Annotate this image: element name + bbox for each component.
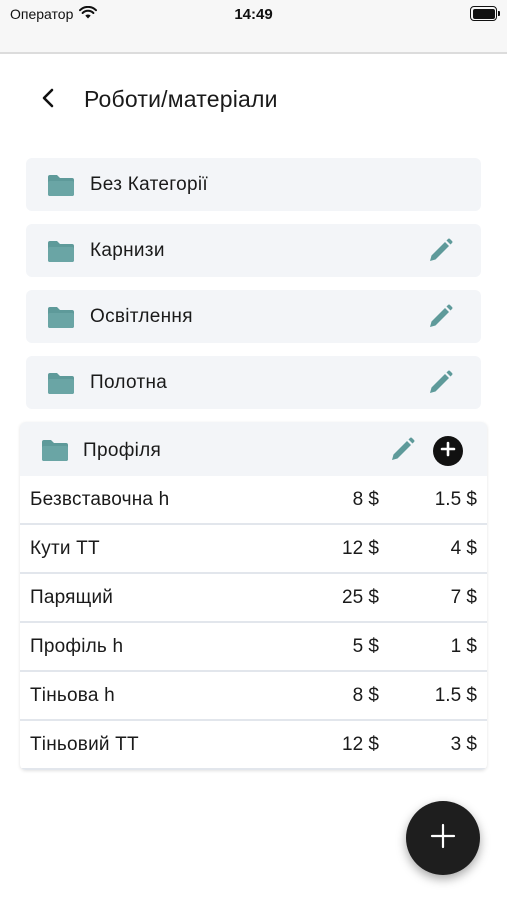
- item-cost: 1.5 $: [434, 685, 477, 706]
- item-cost: 7 $: [450, 587, 477, 608]
- category-row[interactable]: Без Категорії: [26, 158, 481, 211]
- pencil-icon[interactable]: [425, 236, 455, 266]
- category-row[interactable]: Карнизи: [26, 224, 481, 277]
- status-bar: Оператор 14:49: [0, 0, 507, 54]
- category-label: Карнизи: [90, 240, 165, 261]
- battery-icon: [470, 6, 500, 21]
- folder-icon: [46, 173, 76, 197]
- pencil-icon[interactable]: [425, 302, 455, 332]
- folder-icon: [46, 305, 76, 329]
- chevron-left-icon: [41, 87, 55, 114]
- list-item[interactable]: Профіль h 5 $ 1 $: [20, 623, 487, 672]
- back-button[interactable]: [36, 88, 60, 112]
- category-row[interactable]: Полотна: [26, 356, 481, 409]
- folder-icon: [46, 239, 76, 263]
- folder-icon: [40, 438, 70, 462]
- item-price: 5 $: [352, 636, 379, 657]
- category-row[interactable]: Освітлення: [26, 290, 481, 343]
- item-cost: 1 $: [450, 636, 477, 657]
- add-item-button[interactable]: [433, 436, 463, 466]
- add-fab-button[interactable]: [406, 801, 480, 875]
- item-price: 12 $: [342, 734, 379, 755]
- item-name: Профіль h: [30, 636, 124, 657]
- page-title: Роботи/матеріали: [84, 86, 278, 112]
- list-item[interactable]: Парящий 25 $ 7 $: [20, 574, 487, 623]
- folder-icon: [46, 371, 76, 395]
- item-list: Безвставочна h 8 $ 1.5 $ Кути ТТ 12 $ 4 …: [20, 476, 487, 770]
- pencil-icon[interactable]: [387, 435, 417, 465]
- app-header: Роботи/матеріали: [0, 78, 507, 122]
- pencil-icon[interactable]: [425, 368, 455, 398]
- category-header[interactable]: Профіля: [20, 422, 487, 478]
- list-item[interactable]: Безвставочна h 8 $ 1.5 $: [20, 476, 487, 525]
- clock: 14:49: [234, 6, 273, 23]
- plus-icon: [430, 823, 456, 854]
- item-price: 12 $: [342, 538, 379, 559]
- item-price: 8 $: [352, 685, 379, 706]
- item-price: 8 $: [352, 489, 379, 510]
- item-name: Парящий: [30, 587, 114, 608]
- category-label: Профіля: [83, 440, 162, 461]
- item-name: Кути ТТ: [30, 538, 100, 559]
- item-name: Безвставочна h: [30, 489, 170, 510]
- expanded-category: Профіля Безвставочна h 8 $ 1.5 $ Кути ТТ…: [20, 422, 487, 770]
- item-cost: 3 $: [450, 734, 477, 755]
- list-item[interactable]: Тіньовий ТТ 12 $ 3 $: [20, 721, 487, 770]
- plus-icon: [440, 441, 456, 462]
- item-cost: 4 $: [450, 538, 477, 559]
- item-cost: 1.5 $: [434, 489, 477, 510]
- item-name: Тіньова h: [30, 685, 115, 706]
- item-price: 25 $: [342, 587, 379, 608]
- category-label: Освітлення: [90, 306, 193, 327]
- category-label: Полотна: [90, 372, 168, 393]
- list-item[interactable]: Тіньова h 8 $ 1.5 $: [20, 672, 487, 721]
- list-item[interactable]: Кути ТТ 12 $ 4 $: [20, 525, 487, 574]
- item-name: Тіньовий ТТ: [30, 734, 139, 755]
- category-label: Без Категорії: [90, 174, 208, 195]
